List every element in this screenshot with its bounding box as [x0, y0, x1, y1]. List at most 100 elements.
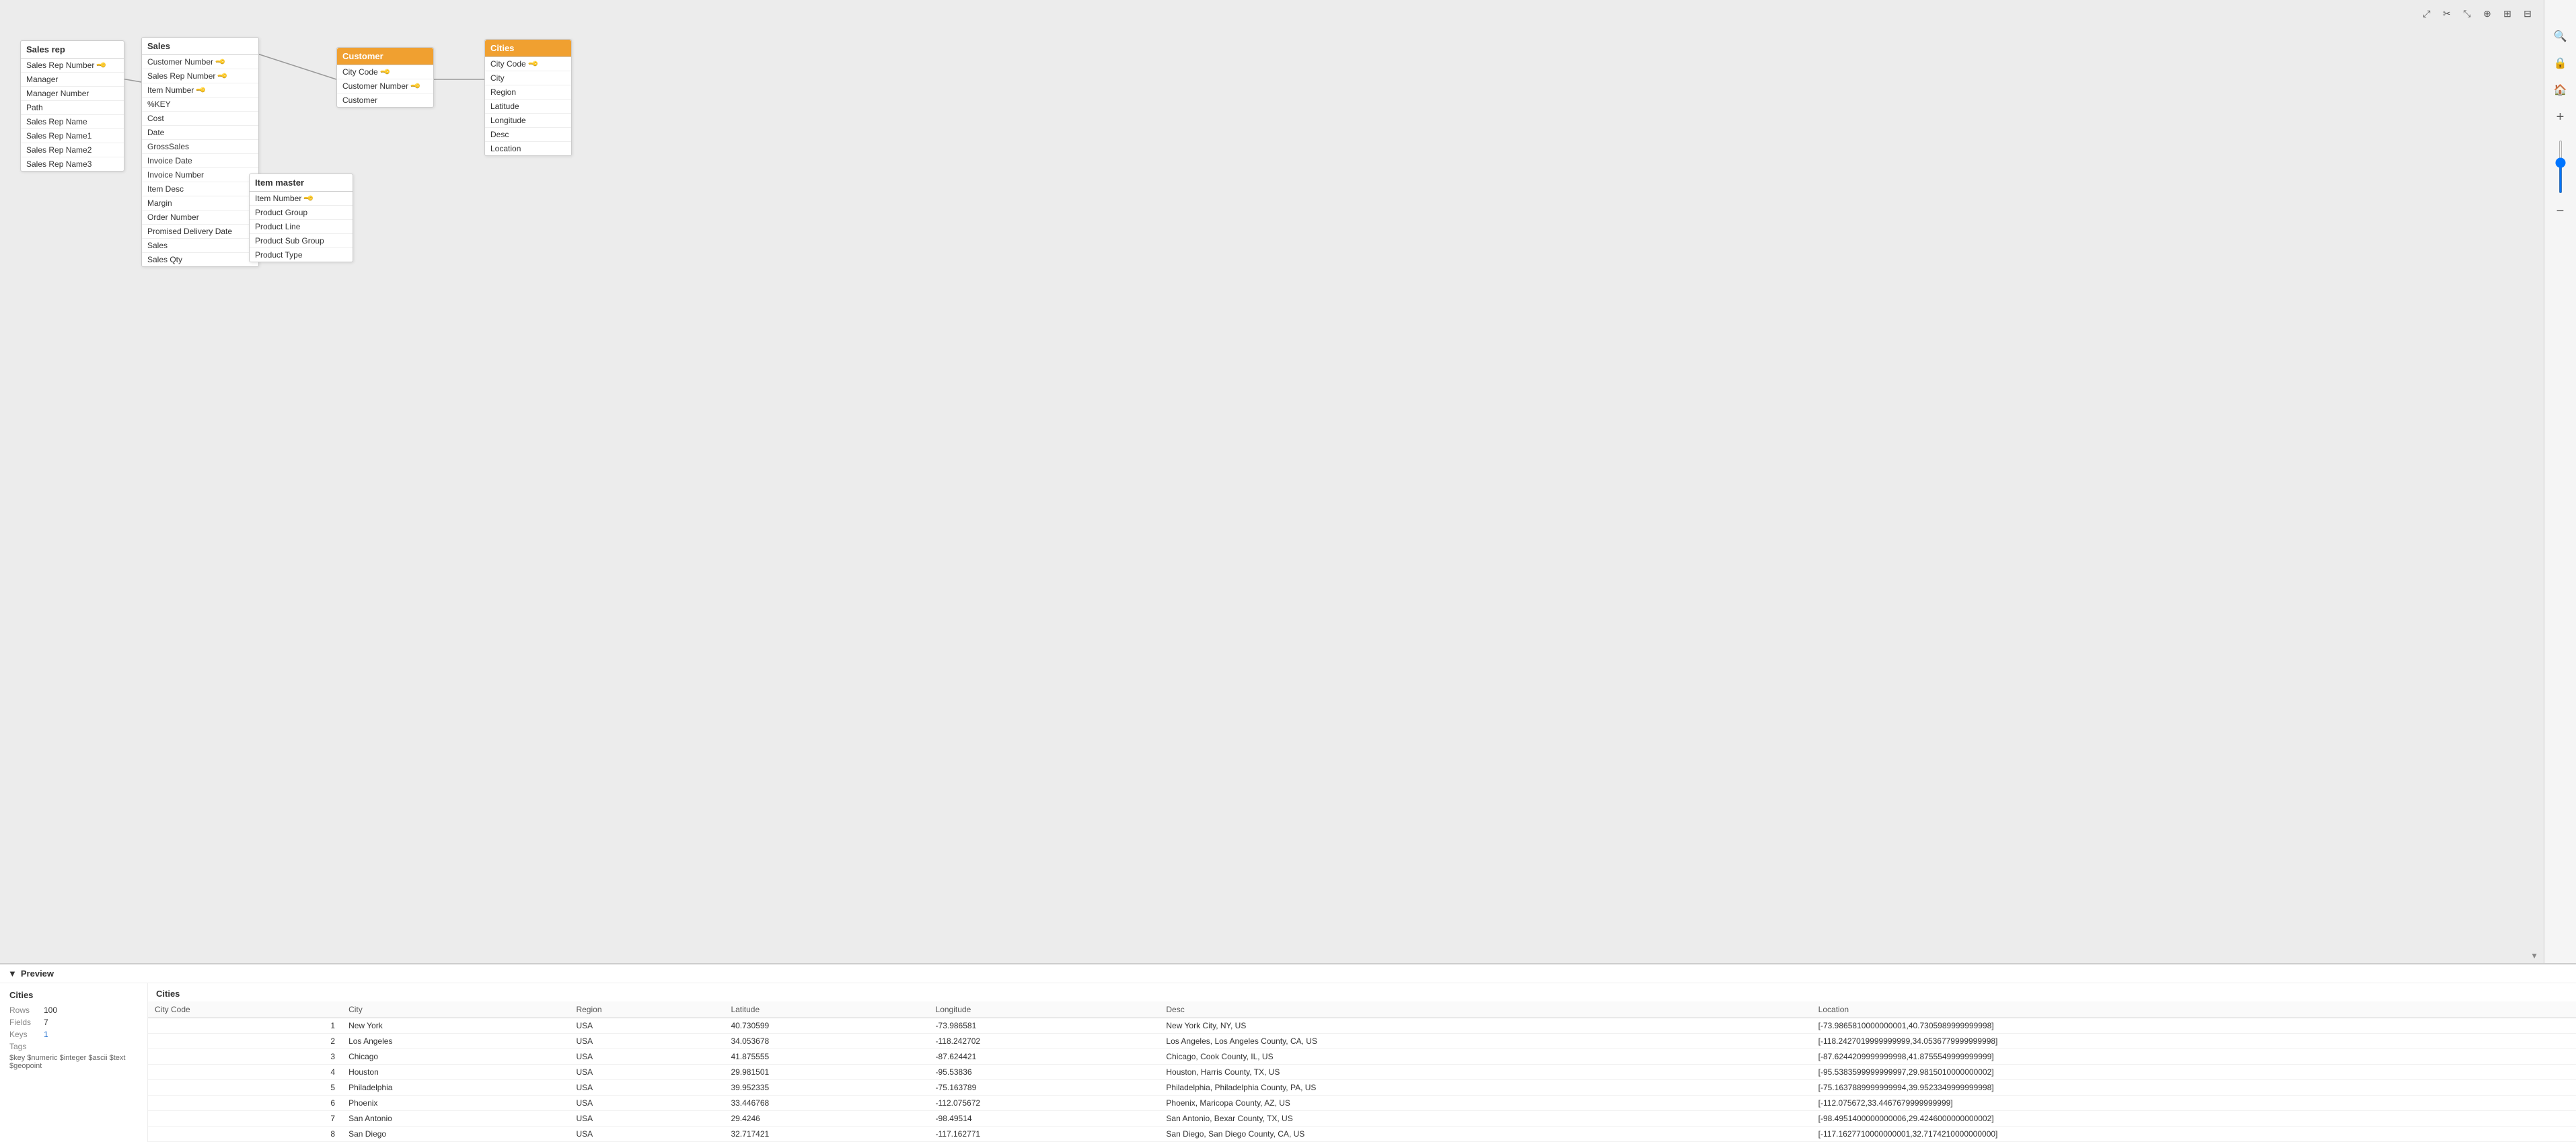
table-cell-desc: Phoenix, Maricopa County, AZ, US — [1159, 1096, 1811, 1111]
meta-rows-label: Rows — [9, 1005, 40, 1015]
table-cell-longitude: -98.49514 — [929, 1111, 1160, 1127]
table-cell-cityCode: 1 — [148, 1018, 342, 1034]
field-cities-location: Location — [485, 142, 571, 155]
table-cell-latitude: 29.981501 — [724, 1065, 928, 1080]
meta-keys-label: Keys — [9, 1030, 40, 1039]
field-sales-cost: Cost — [142, 112, 258, 126]
field-itemmaster-productsubgroup: Product Sub Group — [250, 234, 353, 248]
table-itemmaster: Item master Item Number 🔑 Product Group … — [249, 174, 353, 262]
col-longitude: Longitude — [929, 1001, 1160, 1018]
table-salesrep-header: Sales rep — [21, 41, 124, 59]
field-sales-customernumber: Customer Number 🔑 — [142, 55, 258, 69]
table-cell-longitude: -118.242702 — [929, 1034, 1160, 1049]
meta-fields-label: Fields — [9, 1018, 40, 1027]
field-salesrep-salesrepnumber: Sales Rep Number 🔑 — [21, 59, 124, 73]
table-customer-header: Customer — [337, 48, 433, 65]
field-cities-desc: Desc — [485, 128, 571, 142]
table-cell-region: USA — [569, 1034, 724, 1049]
meta-tags-label: Tags — [9, 1042, 40, 1051]
table-sales: Sales Customer Number 🔑 Sales Rep Number… — [141, 37, 259, 267]
table-cell-city: Phoenix — [342, 1096, 569, 1111]
table-row: 2Los AngelesUSA34.053678-118.242702Los A… — [148, 1034, 2576, 1049]
col-desc: Desc — [1159, 1001, 1811, 1018]
grid-icon[interactable]: ⊞ — [2499, 5, 2515, 22]
table-cell-location: [-75.1637889999999994,39.952334999999999… — [1812, 1080, 2576, 1096]
canvas-area: ⤢ ✂ ⤡ ⊕ ⊞ ⊟ 🔍 🔒 🏠 + − — [0, 0, 2576, 963]
field-sales-salesrepnumber: Sales Rep Number 🔑 — [142, 69, 258, 83]
table-cell-region: USA — [569, 1111, 724, 1127]
table-cell-desc: San Antonio, Bexar County, TX, US — [1159, 1111, 1811, 1127]
table-cell-latitude: 39.952335 — [724, 1080, 928, 1096]
field-sales-date: Date — [142, 126, 258, 140]
table-cell-latitude: 41.875555 — [724, 1049, 928, 1065]
field-salesrep-salesrepname2: Sales Rep Name2 — [21, 143, 124, 157]
table-cell-longitude: -117.162771 — [929, 1127, 1160, 1142]
zoom-out-icon[interactable]: − — [2551, 202, 2570, 221]
table-cell-city: San Diego — [342, 1127, 569, 1142]
table-cell-cityCode: 4 — [148, 1065, 342, 1080]
field-salesrep-salesrepname3: Sales Rep Name3 — [21, 157, 124, 171]
table-cities: Cities City Code 🔑 City Region Latitude … — [484, 39, 572, 156]
table-cell-region: USA — [569, 1127, 724, 1142]
table-cell-region: USA — [569, 1049, 724, 1065]
meta-keys-value[interactable]: 1 — [44, 1030, 48, 1039]
meta-rows-row: Rows 100 — [9, 1005, 138, 1015]
field-itemmaster-producttype: Product Type — [250, 248, 353, 262]
field-salesrep-salesrepname: Sales Rep Name — [21, 115, 124, 129]
table-cell-desc: Los Angeles, Los Angeles County, CA, US — [1159, 1034, 1811, 1049]
table-row: 6PhoenixUSA33.446768-112.075672Phoenix, … — [148, 1096, 2576, 1111]
meta-fields-value: 7 — [44, 1018, 48, 1027]
expand-icon[interactable]: ⤢ — [2419, 5, 2435, 22]
preview-table-title: Cities — [148, 983, 2576, 1001]
table-row: 1New YorkUSA40.730599-73.986581New York … — [148, 1018, 2576, 1034]
preview-table-header-row: City Code City Region Latitude Longitude… — [148, 1001, 2576, 1018]
preview-meta: Cities Rows 100 Fields 7 Keys 1 Tags $ke… — [0, 983, 148, 1142]
table-row: 4HoustonUSA29.981501-95.53836Houston, Ha… — [148, 1065, 2576, 1080]
table-cell-desc: Chicago, Cook County, IL, US — [1159, 1049, 1811, 1065]
field-salesrep-managernumber: Manager Number — [21, 87, 124, 101]
preview-table-body: 1New YorkUSA40.730599-73.986581New York … — [148, 1018, 2576, 1142]
zoom-slider-container — [2559, 140, 2562, 194]
table-sales-header: Sales — [142, 38, 258, 55]
preview-chevron: ▼ — [8, 968, 17, 979]
table-cell-region: USA — [569, 1065, 724, 1080]
col-latitude: Latitude — [724, 1001, 928, 1018]
field-sales-invoicedate: Invoice Date — [142, 154, 258, 168]
lock-icon[interactable]: 🔒 — [2551, 54, 2570, 73]
field-salesrep-salesrepname1: Sales Rep Name1 — [21, 129, 124, 143]
table-cities-header: Cities — [485, 40, 571, 57]
field-sales-sales: Sales — [142, 239, 258, 253]
table-cell-longitude: -75.163789 — [929, 1080, 1160, 1096]
expand-bottom-arrow[interactable]: ▼ — [2530, 951, 2538, 960]
table-cell-cityCode: 2 — [148, 1034, 342, 1049]
search-sidebar-icon[interactable]: 🔍 — [2551, 27, 2570, 46]
table-cell-latitude: 32.717421 — [724, 1127, 928, 1142]
table-customer: Customer City Code 🔑 Customer Number 🔑 C… — [336, 47, 434, 108]
home-icon[interactable]: 🏠 — [2551, 81, 2570, 100]
table-cell-region: USA — [569, 1096, 724, 1111]
cut-icon[interactable]: ✂ — [2439, 5, 2455, 22]
table-itemmaster-header: Item master — [250, 174, 353, 192]
meta-fields-row: Fields 7 — [9, 1018, 138, 1027]
preview-header[interactable]: ▼ Preview — [0, 964, 2576, 983]
table-cell-cityCode: 5 — [148, 1080, 342, 1096]
more-icon[interactable]: ⊟ — [2519, 5, 2536, 22]
field-sales-invoicenumber: Invoice Number — [142, 168, 258, 182]
field-salesrep-manager: Manager — [21, 73, 124, 87]
dots-icon[interactable]: ⊕ — [2479, 5, 2495, 22]
table-cell-location: [-118.2427019999999999,34.05367799999999… — [1812, 1034, 2576, 1049]
connectors — [0, 0, 2576, 963]
field-sales-margin: Margin — [142, 196, 258, 211]
table-cell-city: Houston — [342, 1065, 569, 1080]
preview-table-head: City Code City Region Latitude Longitude… — [148, 1001, 2576, 1018]
field-cities-longitude: Longitude — [485, 114, 571, 128]
meta-tags-value: $key $numeric $integer $ascii $text $geo… — [9, 1054, 138, 1070]
right-sidebar: 🔍 🔒 🏠 + − — [2544, 0, 2576, 963]
col-location: Location — [1812, 1001, 2576, 1018]
field-customer-customernumber: Customer Number 🔑 — [337, 79, 433, 93]
zoom-in-icon[interactable]: + — [2551, 108, 2570, 126]
table-cell-desc: Philadelphia, Philadelphia County, PA, U… — [1159, 1080, 1811, 1096]
table-cell-longitude: -87.624421 — [929, 1049, 1160, 1065]
compress-icon[interactable]: ⤡ — [2459, 5, 2475, 22]
zoom-slider[interactable] — [2559, 140, 2562, 194]
